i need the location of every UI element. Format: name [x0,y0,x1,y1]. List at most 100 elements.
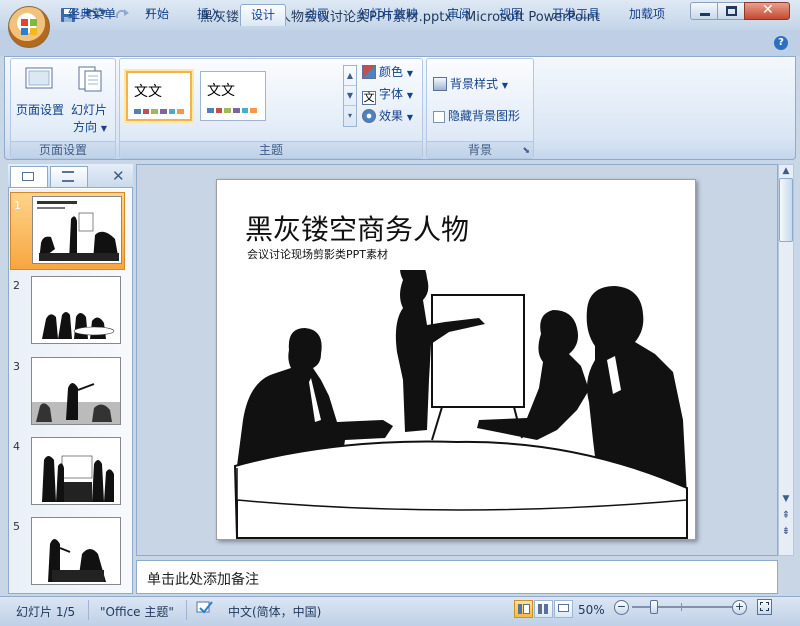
tab-animations[interactable]: 动画 [298,4,336,26]
slideshow-view-button[interactable] [554,600,573,618]
hide-background-graphics[interactable]: 隐藏背景图形 [433,107,520,125]
slide-number: 5 [13,520,20,533]
office-logo-icon [21,19,37,35]
theme-gallery-scroll[interactable]: ▲ ▼ ▾ [343,65,357,127]
slide-thumbnail-image [32,196,122,264]
language-indicator[interactable]: 中文(简体，中国) [228,603,321,620]
page-setup-group-label: 页面设置 [11,141,115,158]
background-styles-icon [433,77,447,91]
slide-orientation-label-line2[interactable]: 方向 ▼ [73,118,107,135]
tab-home[interactable]: 开始 [138,4,176,26]
slide-orientation-button[interactable]: 幻灯片 [71,101,107,118]
theme-thumbnail-2[interactable]: 文文 [200,71,266,121]
theme-name: "Office 主题" [100,605,174,619]
business-meeting-silhouette-image[interactable] [217,270,697,540]
theme-effects-button[interactable]: 效果 ▼ [362,107,413,125]
zoom-slider-thumb[interactable] [650,600,658,614]
zoom-level[interactable]: 50% [578,603,605,617]
scroll-down-icon[interactable]: ▼ [779,494,793,504]
background-group: 背景样式 ▼ 隐藏背景图形 背景 ⬊ [426,58,534,159]
normal-view-button[interactable] [514,600,533,618]
scroll-up-icon[interactable]: ▲ [779,166,793,176]
slide-thumbnail-3[interactable]: 3 [10,354,125,432]
notes-pane[interactable]: 单击此处添加备注 [136,560,778,594]
effects-icon [362,109,376,123]
theme-group-label: 主题 [120,141,422,158]
theme-colors-label: 颜色 [379,65,404,79]
page-setup-icon [25,67,53,89]
minimize-button[interactable] [690,2,718,20]
theme-thumbnail-office[interactable]: 文文 [126,71,192,121]
gallery-down-icon[interactable]: ▼ [344,86,356,106]
slide-number: 1 [14,199,21,212]
status-separator [186,600,187,620]
maximize-icon [726,6,737,16]
theme-thumbnail-text: 文文 [134,84,162,100]
close-panel-icon[interactable]: ✕ [112,167,125,185]
theme-colors-button[interactable]: 颜色 ▼ [362,63,413,81]
tab-insert[interactable]: 插入 [190,4,228,26]
zoom-in-icon[interactable]: + [732,600,747,615]
dialog-launcher-icon[interactable]: ⬊ [522,146,530,156]
gallery-more-icon[interactable]: ▾ [344,106,356,126]
slide-sorter-icon [538,604,549,614]
tab-classic-menu[interactable]: 经典菜单 [62,4,122,26]
theme-fonts-button[interactable]: 文字体 ▼ [362,85,413,105]
tab-view[interactable]: 视图 [492,4,530,26]
tab-design[interactable]: 设计 [240,4,286,26]
spelling-check-icon[interactable] [196,600,214,616]
slide-title[interactable]: 黑灰镂空商务人物 [245,208,469,248]
tab-slideshow[interactable]: 幻灯片放映 [352,4,424,26]
slide-thumbnail-image [31,517,121,585]
theme-effects-label: 效果 [379,109,404,123]
fit-to-window-icon[interactable] [757,599,772,615]
close-button[interactable]: ✕ [744,2,790,20]
background-group-label: 背景 [427,141,533,158]
maximize-button[interactable] [717,2,745,20]
dropdown-arrow-icon: ▼ [100,124,107,133]
zoom-out-icon[interactable]: − [614,600,629,615]
slide-canvas[interactable]: 黑灰镂空商务人物 会议讨论现场剪影类PPT素材 [216,179,696,540]
dropdown-arrow-icon: ▼ [406,91,413,100]
tab-outline-view[interactable] [50,166,88,187]
slide-subtitle[interactable]: 会议讨论现场剪影类PPT素材 [247,246,388,262]
previous-slide-icon[interactable]: ⇞ [779,510,793,521]
fonts-icon: 文 [362,91,376,105]
tab-slides-view[interactable] [10,166,48,187]
dropdown-arrow-icon: ▼ [406,113,413,122]
help-icon[interactable]: ? [774,36,788,50]
tab-review[interactable]: 审阅 [440,4,478,26]
slide-sorter-view-button[interactable] [534,600,553,618]
theme-color-bars [207,108,258,113]
theme-fonts-label: 字体 [379,87,404,101]
office-button[interactable] [8,6,50,48]
page-setup-group: 页面设置 幻灯片 方向 ▼ 页面设置 [10,58,116,159]
slide-thumbnail-4[interactable]: 4 [10,434,125,512]
slide-thumbnail-5[interactable]: 5 [10,514,125,592]
page-setup-button[interactable]: 页面设置 [16,101,64,118]
next-slide-icon[interactable]: ⇟ [779,526,793,537]
theme-group: 文文 文文 ▲ ▼ ▾ 颜色 ▼ 文字体 ▼ 效果 ▼ 主题 [119,58,423,159]
slide-thumbnail-image [31,276,121,344]
dropdown-arrow-icon: ▼ [406,69,413,78]
outline-tab-icon [62,171,74,182]
close-icon: ✕ [762,2,774,18]
slide-thumbnail-image [31,437,121,505]
tab-addins[interactable]: 加载项 [622,4,672,26]
gallery-up-icon[interactable]: ▲ [344,66,356,86]
slide-orientation-icon [78,66,102,92]
zoom-slider-track[interactable] [632,606,732,608]
hide-background-label: 隐藏背景图形 [448,109,521,123]
slide-thumbnail-2[interactable]: 2 [10,273,125,351]
tab-developer[interactable]: 开发工具 [546,4,606,26]
zoom-tick [681,603,682,611]
hide-background-checkbox[interactable] [433,111,445,123]
slide-indicator: 幻灯片 1/5 [16,605,76,619]
scroll-thumb[interactable] [779,178,793,242]
status-separator [88,600,89,620]
background-styles-button[interactable]: 背景样式 ▼ [433,75,508,93]
slide-number: 4 [13,440,20,453]
normal-view-icon [518,604,522,614]
slideshow-icon [558,604,569,612]
slide-thumbnail-1[interactable]: 1 [10,192,125,270]
